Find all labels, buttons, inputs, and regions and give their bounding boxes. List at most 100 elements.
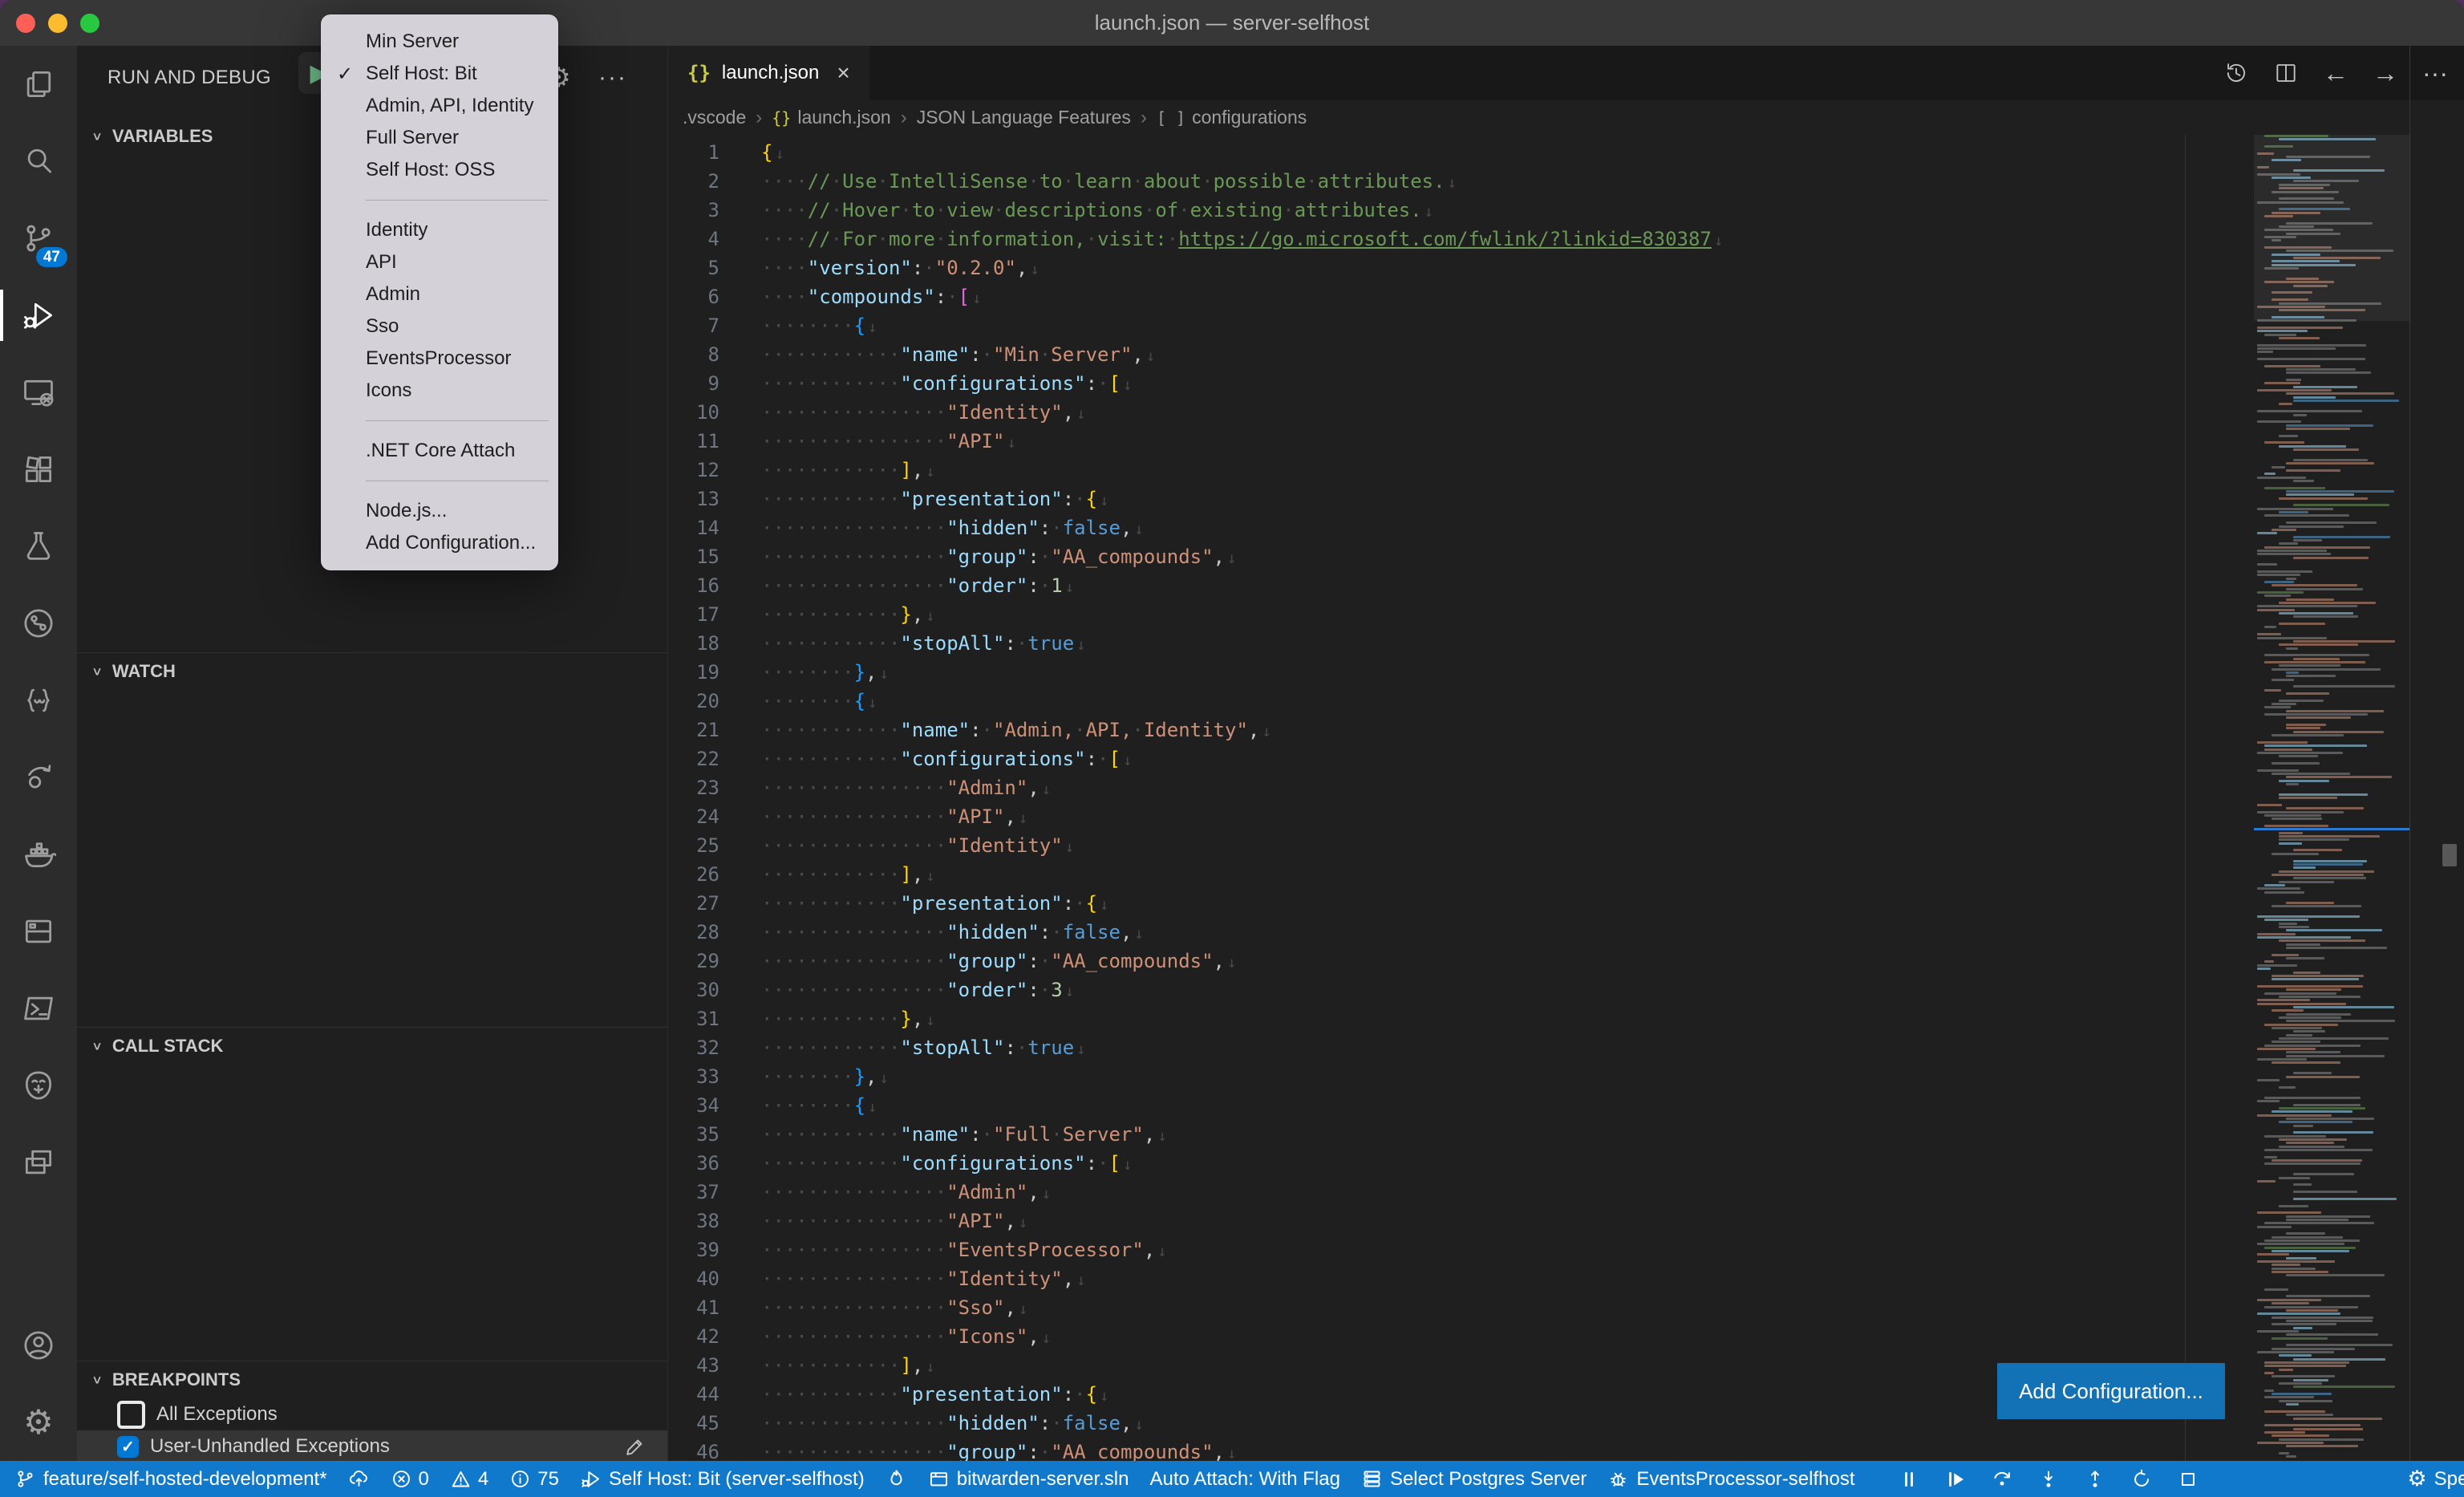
debug-stop-button[interactable] bbox=[2177, 1468, 2199, 1491]
menu-item-full-server[interactable]: Full Server bbox=[321, 122, 558, 154]
activity-item-makefile-tools[interactable] bbox=[0, 893, 77, 970]
status-events-processor[interactable]: EventsProcessor-selfhost bbox=[1607, 1468, 1854, 1491]
status-problems[interactable]: 0475 bbox=[391, 1468, 559, 1491]
scrollbar-handle[interactable] bbox=[2442, 844, 2457, 866]
editor-action-more-actions[interactable]: ··· bbox=[2421, 60, 2450, 86]
menu-item-min-server[interactable]: Min Server bbox=[321, 26, 558, 58]
edit-breakpoint-pencil-icon[interactable] bbox=[624, 1435, 646, 1458]
status-postgres-server[interactable]: Select Postgres Server bbox=[1361, 1468, 1587, 1491]
breakpoint-row[interactable]: ✓User-Unhandled Exceptions bbox=[77, 1430, 667, 1461]
menu-item-sso[interactable]: Sso bbox=[321, 310, 558, 343]
chevron-down-icon: ∨ bbox=[91, 1039, 103, 1053]
breadcrumb-item-launch-json[interactable]: {}launch.json bbox=[772, 107, 890, 128]
activity-item-accounts[interactable] bbox=[0, 1307, 77, 1384]
menu-item-admin-api-identity[interactable]: Admin, API, Identity bbox=[321, 90, 558, 122]
close-tab-icon[interactable]: × bbox=[837, 60, 849, 86]
activity-item-explorer[interactable] bbox=[0, 46, 77, 123]
code-line: 39················"EventsProcessor",↓ bbox=[668, 1235, 2253, 1264]
activity-item-live-share[interactable] bbox=[0, 739, 77, 816]
chevron-down-icon: ∨ bbox=[91, 664, 103, 678]
activity-item-source-control[interactable]: 47 bbox=[0, 200, 77, 277]
close-window-button[interactable] bbox=[16, 14, 35, 33]
minimap-slider[interactable] bbox=[2254, 135, 2409, 321]
code-line: 9············"configurations":·[↓ bbox=[668, 369, 2253, 398]
code-area[interactable]: 1{↓2····//·Use·IntelliSense·to·learn·abo… bbox=[668, 135, 2253, 1461]
status-solution[interactable]: bitwarden-server.sln bbox=[928, 1468, 1129, 1491]
menu-item-net-core-attach[interactable]: .NET Core Attach bbox=[321, 435, 558, 467]
editor-action-split-editor[interactable] bbox=[2272, 60, 2300, 86]
add-configuration-button[interactable]: Add Configuration... bbox=[1997, 1363, 2225, 1419]
window-title: launch.json — server-selfhost bbox=[1095, 10, 1369, 35]
menu-item-self-host-bit[interactable]: ✓Self Host: Bit bbox=[321, 58, 558, 90]
editor-action-go-forward[interactable]: → bbox=[2371, 60, 2400, 86]
line-number: 45 bbox=[668, 1409, 719, 1438]
activity-item-settings[interactable]: ⚙ bbox=[0, 1384, 77, 1461]
menu-item-admin[interactable]: Admin bbox=[321, 278, 558, 310]
debug-pause-button[interactable] bbox=[1898, 1468, 1920, 1491]
activity-item-copilot[interactable] bbox=[0, 662, 77, 739]
debug-step-out-button[interactable] bbox=[2084, 1468, 2106, 1491]
launch-configuration-menu: Min Server ✓Self Host: BitAdmin, API, Ide… bbox=[321, 14, 558, 570]
activity-item-postgres[interactable] bbox=[0, 1047, 77, 1124]
tab-launch-json[interactable]: {} launch.json × bbox=[668, 46, 869, 100]
activity-item-search[interactable] bbox=[0, 123, 77, 200]
activity-item-testing[interactable] bbox=[0, 508, 77, 585]
activity-item-powershell[interactable] bbox=[0, 970, 77, 1047]
checkbox-checked[interactable]: ✓ bbox=[117, 1436, 139, 1458]
breadcrumb-item--vscode[interactable]: .vscode bbox=[683, 107, 746, 128]
breadcrumb-item-configurations[interactable]: [ ]configurations bbox=[1157, 107, 1307, 128]
menu-item-eventsprocessor[interactable]: EventsProcessor bbox=[321, 343, 558, 375]
debug-controls bbox=[1898, 1468, 2199, 1491]
debug-step-over-button[interactable] bbox=[1991, 1468, 2013, 1491]
menu-item-self-host-oss[interactable]: Self Host: OSS bbox=[321, 154, 558, 186]
status-spell[interactable]: ⚙Spell bbox=[2407, 1468, 2464, 1491]
menu-item-identity[interactable]: Identity bbox=[321, 214, 558, 246]
code-line: 3····//·Hover·to·view·descriptions·of·ex… bbox=[668, 196, 2253, 225]
code-line: 14················"hidden":·false,↓ bbox=[668, 513, 2253, 542]
menu-item-icons[interactable]: Icons bbox=[321, 375, 558, 407]
line-number: 3 bbox=[668, 196, 719, 225]
breakpoint-row[interactable]: All Exceptions bbox=[77, 1398, 667, 1430]
zoom-window-button[interactable] bbox=[80, 14, 99, 33]
views-more-actions-icon[interactable]: ··· bbox=[598, 64, 627, 91]
activity-item-remote-targets[interactable] bbox=[0, 1124, 77, 1201]
section-breakpoints: ∨BREAKPOINTSAll Exceptions✓User-Unhandle… bbox=[77, 1361, 667, 1461]
code-line: 21············"name":·"Admin,·API,·Ident… bbox=[668, 716, 2253, 744]
activity-item-remote-explorer[interactable] bbox=[0, 354, 77, 431]
section-label: WATCH bbox=[112, 661, 176, 682]
status-hot-reload[interactable] bbox=[886, 1468, 907, 1490]
status-publish-changes[interactable] bbox=[348, 1468, 370, 1490]
code-line: 11················"API"↓ bbox=[668, 427, 2253, 456]
line-number: 37 bbox=[668, 1178, 719, 1207]
menu-item-add-configuration[interactable]: Add Configuration... bbox=[321, 527, 558, 559]
scm-changes-badge: 47 bbox=[36, 247, 67, 267]
minimap[interactable] bbox=[2254, 135, 2409, 1461]
status-debug-configuration[interactable]: Self Host: Bit (server-selfhost) bbox=[580, 1468, 865, 1491]
status-branch[interactable]: feature/self-hosted-development* bbox=[14, 1468, 327, 1491]
menu-item-api[interactable]: API bbox=[321, 246, 558, 278]
activity-item-run-and-debug[interactable] bbox=[0, 277, 77, 354]
editor-action-timeline[interactable] bbox=[2222, 60, 2251, 86]
section-header-watch[interactable]: ∨ WATCH bbox=[77, 653, 667, 690]
checkbox-unchecked[interactable] bbox=[117, 1401, 145, 1429]
menu-item-node-js[interactable]: Node.js... bbox=[321, 495, 558, 527]
debug-restart-button[interactable] bbox=[2130, 1468, 2153, 1491]
debug-step-into-button[interactable] bbox=[2037, 1468, 2060, 1491]
brackets-icon: [ ] bbox=[1157, 108, 1185, 128]
code-line: 27············"presentation":·{↓ bbox=[668, 889, 2253, 918]
status-auto-attach[interactable]: Auto Attach: With Flag bbox=[1149, 1468, 1339, 1491]
debug-continue-button[interactable] bbox=[1944, 1468, 1967, 1491]
activity-item-docker[interactable] bbox=[0, 816, 77, 893]
editor-action-go-back[interactable]: ← bbox=[2321, 60, 2350, 86]
line-number: 19 bbox=[668, 658, 719, 687]
minimize-window-button[interactable] bbox=[48, 14, 67, 33]
code-line: 20········{↓ bbox=[668, 687, 2253, 716]
activity-item-extensions[interactable] bbox=[0, 431, 77, 508]
section-header-call-stack[interactable]: ∨CALL STACK bbox=[77, 1028, 667, 1065]
menu-item-label: Min Server bbox=[366, 30, 459, 53]
sidebar-title: RUN AND DEBUG bbox=[107, 67, 271, 89]
breadcrumb-item-json-language-features[interactable]: JSON Language Features bbox=[917, 107, 1131, 128]
code-line: 6····"compounds":·[↓ bbox=[668, 282, 2253, 311]
section-header-breakpoints[interactable]: ∨BREAKPOINTS bbox=[77, 1361, 667, 1398]
activity-item-gitlens[interactable] bbox=[0, 585, 77, 662]
